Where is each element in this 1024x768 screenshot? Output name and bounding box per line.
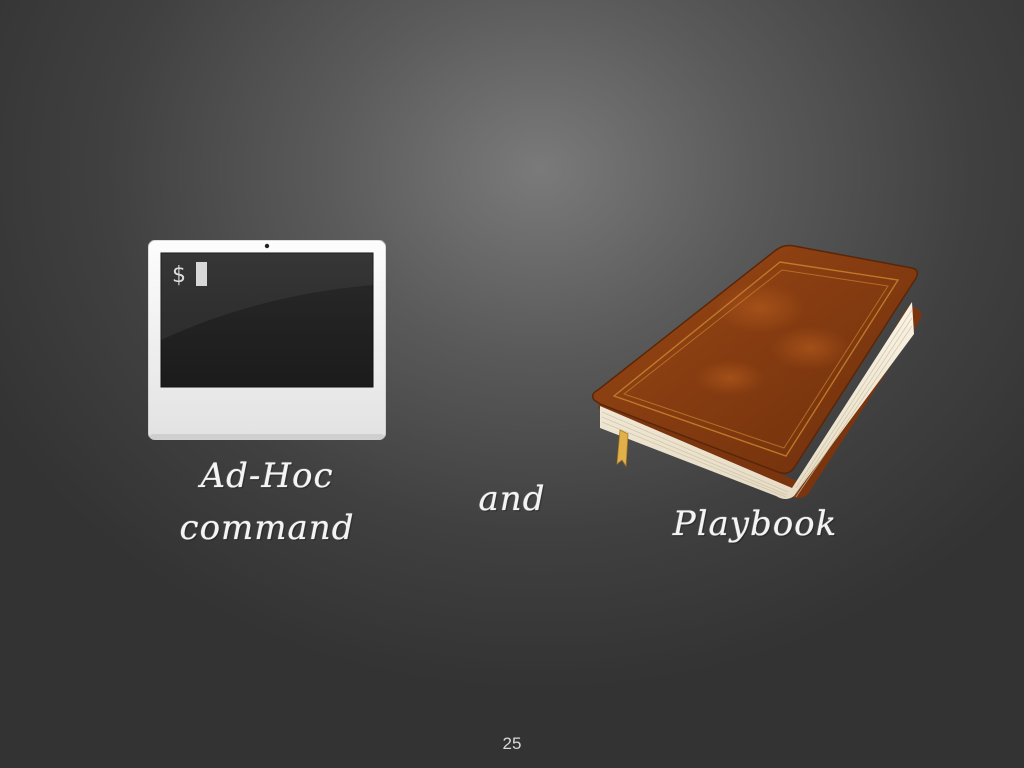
and-label: and [478, 479, 546, 519]
terminal-cursor [196, 262, 207, 286]
terminal-prompt: $ [172, 263, 186, 288]
playbook-label: Playbook [672, 504, 838, 544]
adhoc-label-line2: command [179, 508, 355, 548]
terminal-icon: $ [148, 240, 386, 440]
adhoc-label-line1: Ad-Hoc [200, 456, 334, 496]
adhoc-command-label: Ad-Hoc command [150, 450, 384, 554]
slide: $ Ad-Hoc command and Playbook 25 [0, 0, 1024, 768]
page-number: 25 [502, 734, 522, 753]
book-icon [590, 238, 925, 513]
